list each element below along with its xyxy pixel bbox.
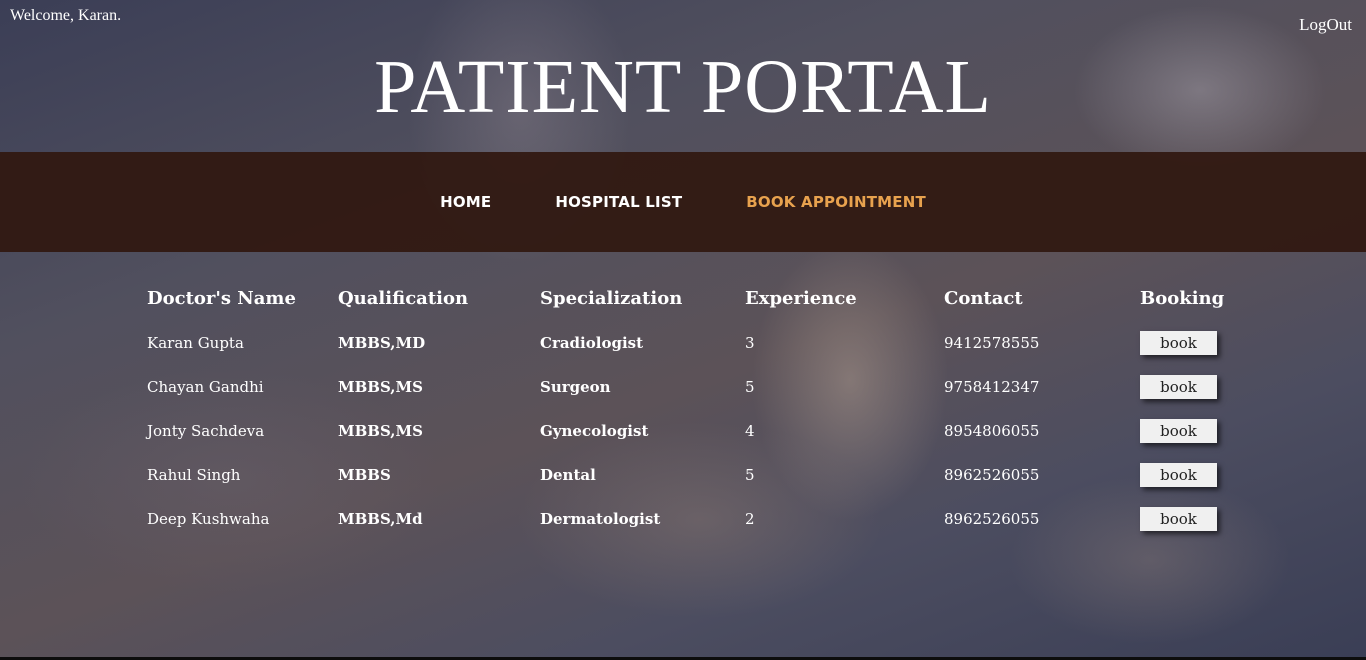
doctor-specialization: Cradiologist bbox=[540, 334, 644, 352]
book-button[interactable]: book bbox=[1140, 463, 1217, 487]
nav-home[interactable]: HOME bbox=[440, 193, 491, 211]
table-header-row: Doctor's Name Qualification Specializati… bbox=[140, 282, 1237, 321]
booking-cell: book bbox=[1133, 497, 1237, 541]
booking-cell: book bbox=[1133, 453, 1237, 497]
page-title: PATIENT PORTAL bbox=[374, 45, 992, 129]
doctor-experience: 5 bbox=[745, 466, 755, 484]
doctor-qualification: MBBS,MS bbox=[338, 378, 423, 396]
logout-link[interactable]: LogOut bbox=[1299, 15, 1352, 35]
nav-book-appointment[interactable]: BOOK APPOINTMENT bbox=[746, 193, 926, 211]
table-row: Deep Kushwaha MBBS,Md Dermatologist 2 89… bbox=[140, 497, 1237, 541]
book-button[interactable]: book bbox=[1140, 507, 1217, 531]
doctor-name: Karan Gupta bbox=[147, 334, 244, 352]
doctors-table: Doctor's Name Qualification Specializati… bbox=[140, 282, 1237, 541]
doctor-experience: 4 bbox=[745, 422, 755, 440]
table-row: Karan Gupta MBBS,MD Cradiologist 3 94125… bbox=[140, 321, 1237, 365]
main-navbar: HOME HOSPITAL LIST BOOK APPOINTMENT bbox=[0, 152, 1366, 252]
table-row: Chayan Gandhi MBBS,MS Surgeon 5 97584123… bbox=[140, 365, 1237, 409]
col-header-experience: Experience bbox=[745, 288, 857, 309]
col-header-specialization: Specialization bbox=[540, 288, 683, 309]
doctor-qualification: MBBS,MS bbox=[338, 422, 423, 440]
col-header-qualification: Qualification bbox=[338, 288, 469, 309]
booking-cell: book bbox=[1133, 409, 1237, 453]
col-header-booking: Booking bbox=[1140, 288, 1225, 309]
doctor-contact: 9758412347 bbox=[944, 378, 1040, 396]
doctor-specialization: Dental bbox=[540, 466, 596, 484]
doctor-qualification: MBBS bbox=[338, 466, 391, 484]
book-button[interactable]: book bbox=[1140, 419, 1217, 443]
doctor-qualification: MBBS,MD bbox=[338, 334, 426, 352]
doctor-name: Chayan Gandhi bbox=[147, 378, 264, 396]
welcome-text: Welcome, Karan. bbox=[10, 7, 122, 24]
doctor-experience: 3 bbox=[745, 334, 755, 352]
doctor-qualification: MBBS,Md bbox=[338, 510, 423, 528]
doctor-specialization: Surgeon bbox=[540, 378, 611, 396]
col-header-contact: Contact bbox=[944, 288, 1023, 309]
book-button[interactable]: book bbox=[1140, 375, 1217, 399]
doctor-name: Jonty Sachdeva bbox=[147, 422, 265, 440]
booking-cell: book bbox=[1133, 365, 1237, 409]
doctor-contact: 9412578555 bbox=[944, 334, 1040, 352]
doctor-name: Rahul Singh bbox=[147, 466, 241, 484]
nav-hospital-list[interactable]: HOSPITAL LIST bbox=[555, 193, 682, 211]
table-row: Rahul Singh MBBS Dental 5 8962526055 boo… bbox=[140, 453, 1237, 497]
booking-cell: book bbox=[1133, 321, 1237, 365]
doctor-contact: 8962526055 bbox=[944, 466, 1040, 484]
doctor-experience: 5 bbox=[745, 378, 755, 396]
doctor-name: Deep Kushwaha bbox=[147, 510, 270, 528]
col-header-name: Doctor's Name bbox=[147, 288, 296, 309]
book-button[interactable]: book bbox=[1140, 331, 1217, 355]
doctor-contact: 8954806055 bbox=[944, 422, 1040, 440]
doctor-experience: 2 bbox=[745, 510, 755, 528]
doctor-specialization: Dermatologist bbox=[540, 510, 661, 528]
doctor-specialization: Gynecologist bbox=[540, 422, 649, 440]
doctor-contact: 8962526055 bbox=[944, 510, 1040, 528]
table-row: Jonty Sachdeva MBBS,MS Gynecologist 4 89… bbox=[140, 409, 1237, 453]
